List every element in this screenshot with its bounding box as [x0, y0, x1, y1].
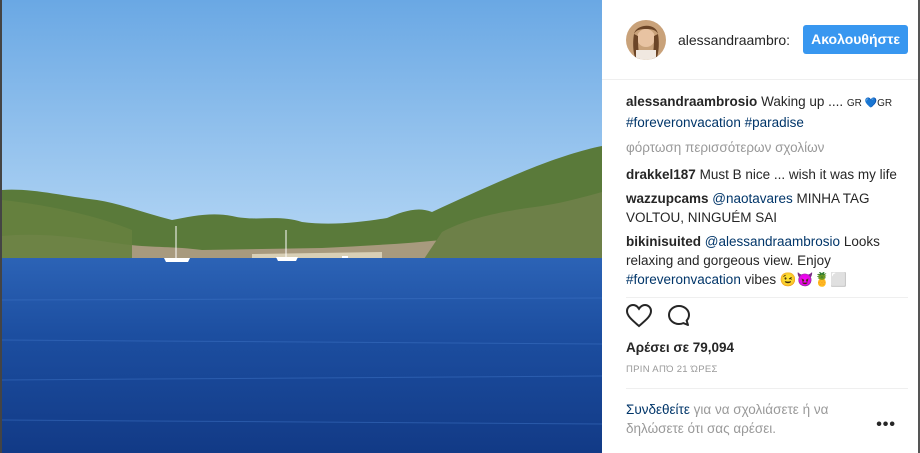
comment-text: Must B nice ... wish it was my life — [699, 167, 897, 182]
caption-text: Waking up .... — [761, 94, 847, 109]
follow-button[interactable]: Ακολουθήστε — [803, 25, 908, 54]
mention-link[interactable]: @alessandraambrosio — [705, 234, 840, 249]
caption-emoji: GR 💙GR — [846, 98, 893, 109]
hashtag-link[interactable]: #foreveronvacation — [626, 272, 741, 287]
post-timestamp[interactable]: ΠΡΙΝ ΑΠΌ 21 ΏΡΕΣ — [626, 364, 718, 375]
header-username[interactable]: alessandraambro: — [678, 32, 803, 48]
comment-emoji: vibes 😉😈🍍⬜ — [740, 272, 848, 287]
more-icon[interactable]: ••• — [876, 416, 896, 434]
post-header: alessandraambro: Ακολουθήστε — [602, 0, 918, 80]
post-sidebar: alessandraambro: Ακολουθήστε alessandraa… — [602, 0, 920, 453]
caption: alessandraambrosio Waking up .... GR 💙GR… — [626, 92, 908, 132]
login-link[interactable]: Συνδεθείτε — [626, 402, 690, 417]
login-prompt: Συνδεθείτε για να σχολιάσετε ή να δηλώσε… — [626, 400, 876, 438]
comment-username[interactable]: bikinisuited — [626, 234, 701, 249]
likes-count[interactable]: Αρέσει σε 79,094 — [626, 340, 734, 355]
mention-link[interactable]: @naotavares — [712, 191, 793, 206]
instagram-post-view: alessandraambro: Ακολουθήστε alessandraa… — [0, 0, 920, 453]
hashtag-link[interactable]: #paradise — [745, 115, 804, 130]
list-item: drakkel187 Must B nice ... wish it was m… — [626, 165, 908, 184]
load-more-comments[interactable]: φόρτωση περισσότερων σχολίων — [626, 138, 908, 157]
post-photo[interactable] — [0, 0, 602, 453]
action-bar — [625, 303, 692, 333]
comments-list: alessandraambrosio Waking up .... GR 💙GR… — [602, 80, 918, 289]
list-item: bikinisuited @alessandraambrosio Looks r… — [626, 232, 908, 289]
heart-icon[interactable] — [625, 303, 653, 333]
hashtag-link[interactable]: #foreveronvacation — [626, 115, 741, 130]
list-item: wazzupcams @naotavares MINHA TAG VOLTOU,… — [626, 189, 908, 227]
comment-username[interactable]: wazzupcams — [626, 191, 709, 206]
bay-landscape-image — [2, 0, 602, 453]
caption-username[interactable]: alessandraambrosio — [626, 94, 757, 109]
comment-icon[interactable] — [666, 304, 692, 333]
divider — [626, 297, 908, 298]
divider — [626, 388, 908, 389]
comment-username[interactable]: drakkel187 — [626, 167, 696, 182]
avatar[interactable] — [626, 19, 666, 60]
